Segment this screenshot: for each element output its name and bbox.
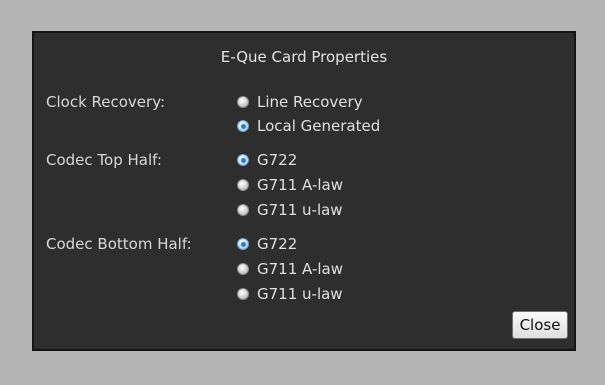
radio-button-icon [237, 96, 249, 108]
radio-local-generated[interactable]: Local Generated [237, 117, 380, 135]
radio-top-g722[interactable]: G722 [237, 151, 297, 169]
codec-bottom-half-label: Codec Bottom Half: [46, 235, 192, 253]
radio-label: G711 A-law [257, 176, 343, 194]
radio-label: G722 [257, 151, 298, 169]
close-button[interactable]: Close [512, 311, 568, 339]
radio-button-icon [237, 204, 249, 216]
radio-button-icon [237, 263, 249, 275]
radio-label: G711 u-law [257, 201, 343, 219]
radio-label: G711 u-law [257, 285, 343, 303]
radio-bottom-g711-alaw[interactable]: G711 A-law [237, 260, 343, 278]
radio-label: G711 A-law [257, 260, 343, 278]
radio-button-icon [237, 179, 249, 191]
radio-label: Local Generated [257, 117, 381, 135]
radio-top-g711-ulaw[interactable]: G711 u-law [237, 201, 343, 219]
radio-bottom-g711-ulaw[interactable]: G711 u-law [237, 285, 343, 303]
radio-button-selected-icon [237, 120, 249, 132]
radio-button-selected-icon [237, 238, 249, 250]
radio-button-icon [237, 288, 249, 300]
radio-label: G722 [257, 235, 298, 253]
radio-bottom-g722[interactable]: G722 [237, 235, 297, 253]
clock-recovery-label: Clock Recovery: [46, 93, 166, 111]
radio-button-selected-icon [237, 154, 249, 166]
dialog-title: E-Que Card Properties [220, 48, 388, 66]
radio-label: Line Recovery [257, 93, 363, 111]
radio-top-g711-alaw[interactable]: G711 A-law [237, 176, 343, 194]
radio-line-recovery[interactable]: Line Recovery [237, 93, 363, 111]
codec-top-half-label: Codec Top Half: [46, 151, 162, 169]
card-properties-dialog: E-Que Card Properties Clock Recovery: Li… [32, 31, 576, 351]
